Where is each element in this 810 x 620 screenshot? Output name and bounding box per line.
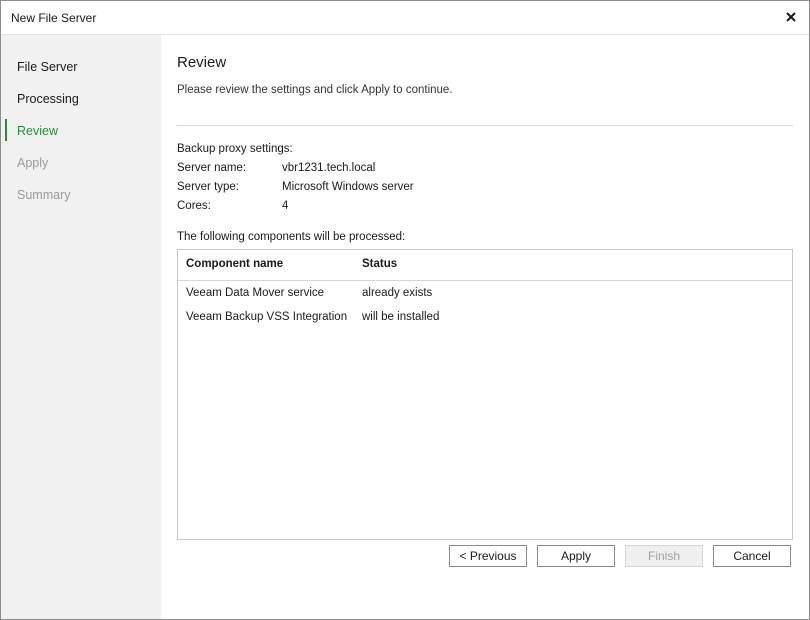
server-type-label: Server type: xyxy=(177,181,239,193)
step-review[interactable]: Review xyxy=(17,124,58,138)
proxy-settings-header: Backup proxy settings: xyxy=(177,143,293,155)
apply-button[interactable]: Apply xyxy=(537,545,615,567)
title-bar: New File Server xyxy=(1,1,809,35)
active-step-marker xyxy=(5,119,7,141)
finish-button: Finish xyxy=(625,545,703,567)
column-header-component-name[interactable]: Component name xyxy=(186,258,283,270)
server-type-value: Microsoft Windows server xyxy=(282,181,414,193)
window-title: New File Server xyxy=(11,11,97,25)
table-row[interactable]: Veeam Backup VSS Integration will be ins… xyxy=(178,308,792,330)
table-row[interactable]: Veeam Data Mover service already exists xyxy=(178,284,792,306)
cancel-button[interactable]: Cancel xyxy=(713,545,791,567)
wizard-steps-sidebar: File Server Processing Review Apply Summ… xyxy=(1,35,161,619)
server-name-label: Server name: xyxy=(177,162,247,174)
cores-value: 4 xyxy=(282,200,289,212)
page-title: Review xyxy=(177,54,227,71)
component-name-cell: Veeam Data Mover service xyxy=(186,287,325,299)
status-cell: already exists xyxy=(362,287,433,299)
components-table[interactable]: Component name Status Veeam Data Mover s… xyxy=(177,249,793,540)
header-divider xyxy=(177,125,793,126)
step-summary: Summary xyxy=(17,188,71,202)
step-apply: Apply xyxy=(17,156,49,170)
review-page: Review Please review the settings and cl… xyxy=(177,35,793,619)
page-description: Please review the settings and click App… xyxy=(177,84,453,96)
step-processing[interactable]: Processing xyxy=(17,92,79,106)
table-header: Component name Status xyxy=(178,250,792,281)
status-cell: will be installed xyxy=(362,311,440,323)
column-header-status[interactable]: Status xyxy=(362,258,397,270)
cores-label: Cores: xyxy=(177,200,211,212)
new-file-server-dialog: New File Server File Server Processing R… xyxy=(0,0,810,620)
previous-button[interactable]: < Previous xyxy=(449,545,527,567)
server-name-value: vbr1231.tech.local xyxy=(282,162,376,174)
components-header: The following components will be process… xyxy=(177,231,406,243)
close-button[interactable] xyxy=(781,7,801,27)
close-icon xyxy=(786,12,796,22)
step-file-server[interactable]: File Server xyxy=(17,60,77,74)
component-name-cell: Veeam Backup VSS Integration xyxy=(186,311,348,323)
